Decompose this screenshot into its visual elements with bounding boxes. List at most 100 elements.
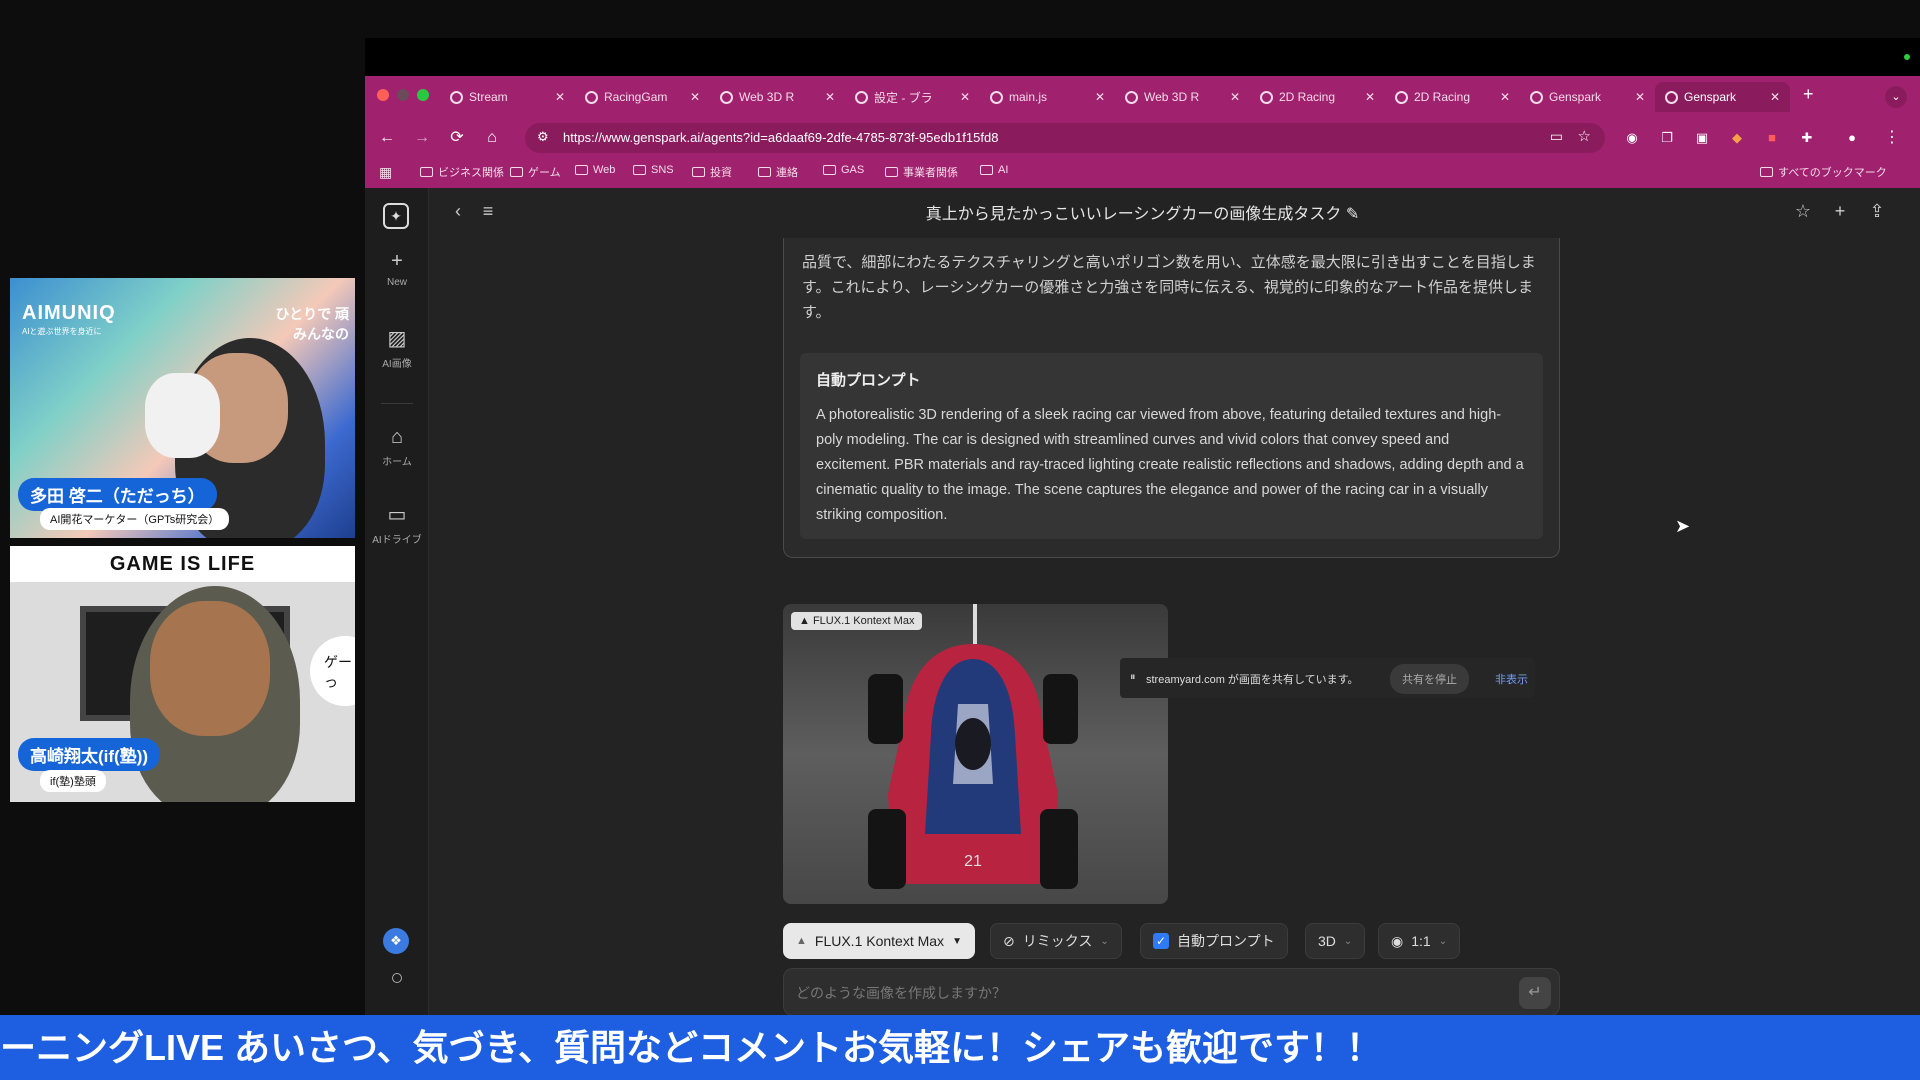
style-chip-label: 3D bbox=[1318, 933, 1336, 949]
prompt-input[interactable] bbox=[796, 979, 1496, 1007]
style-select-chip[interactable]: 3D ⌄ bbox=[1305, 923, 1366, 959]
hide-share-button[interactable]: 非表示 bbox=[1495, 671, 1528, 687]
extension-fox-icon[interactable]: ◆ bbox=[1725, 126, 1749, 150]
bookmark-folder-sns[interactable]: SNS bbox=[633, 164, 674, 176]
extension-copy-icon[interactable]: ❐ bbox=[1655, 126, 1679, 150]
sidebar-home[interactable]: ⌂ ホーム bbox=[365, 426, 429, 468]
checkbox-checked-icon[interactable]: ✓ bbox=[1153, 933, 1169, 949]
car-number: 21 bbox=[964, 853, 982, 870]
tab-close-icon[interactable]: ✕ bbox=[555, 90, 565, 104]
tab-2dracing-1[interactable]: 2D Racing ✕ bbox=[1250, 82, 1385, 112]
globe-icon bbox=[990, 90, 1003, 104]
tab-web3d-1[interactable]: Web 3D R ✕ bbox=[710, 82, 845, 112]
bookmark-label: AI bbox=[998, 164, 1009, 176]
tab-close-icon[interactable]: ✕ bbox=[960, 90, 970, 104]
new-plus-icon[interactable]: + bbox=[1827, 198, 1853, 224]
bookmark-folder-invest[interactable]: 投資 bbox=[692, 164, 732, 180]
bookmark-folder-business-partners[interactable]: 事業者関係 bbox=[885, 164, 958, 180]
folder-icon bbox=[510, 167, 523, 177]
guest-role-tag: if(塾)塾頭 bbox=[40, 770, 106, 792]
tab-search-button[interactable]: ⌄ bbox=[1885, 86, 1907, 108]
tab-close-icon[interactable]: ✕ bbox=[1095, 90, 1105, 104]
new-tab-button[interactable]: + bbox=[1803, 84, 1814, 105]
tab-stream[interactable]: Stream ✕ bbox=[440, 82, 575, 112]
sidebar-ai-image[interactable]: ▨ AI画像 bbox=[365, 326, 429, 370]
model-select-chip[interactable]: ▲ FLUX.1 Kontext Max ▼ bbox=[783, 923, 975, 959]
tab-close-icon[interactable]: ✕ bbox=[1230, 90, 1240, 104]
gift-icon[interactable]: ❖ bbox=[383, 928, 409, 954]
tab-close-icon[interactable]: ✕ bbox=[1365, 90, 1375, 104]
browser-menu-icon[interactable]: ⋮ bbox=[1880, 126, 1904, 150]
tab-close-icon[interactable]: ✕ bbox=[1500, 90, 1510, 104]
tab-close-icon[interactable]: ✕ bbox=[1635, 90, 1645, 104]
bookmark-label: GAS bbox=[841, 164, 865, 176]
remix-chip[interactable]: ⊘ リミックス ⌄ bbox=[990, 923, 1122, 959]
globe-icon bbox=[1395, 90, 1408, 104]
bookmark-folder-gas[interactable]: GAS bbox=[823, 164, 864, 176]
url-text[interactable]: https://www.genspark.ai/agents?id=a6daaf… bbox=[563, 130, 998, 145]
model-icon: ▲ bbox=[799, 615, 810, 627]
extension-camera-icon[interactable]: ◉ bbox=[1620, 126, 1644, 150]
folder-icon bbox=[633, 165, 646, 175]
user-status-icon[interactable] bbox=[392, 973, 402, 983]
tab-close-icon[interactable]: ✕ bbox=[1770, 90, 1780, 104]
apps-grid-icon[interactable]: ▦ bbox=[379, 164, 392, 181]
task-description: 品質で、細部にわたるテクスチャリングと高いポリゴン数を用い、立体感を最大限に引き… bbox=[802, 254, 1536, 321]
bookmark-folder-contact[interactable]: 連絡 bbox=[758, 164, 798, 180]
tab-close-icon[interactable]: ✕ bbox=[690, 90, 700, 104]
bookmark-label: 投資 bbox=[710, 167, 732, 179]
extensions-puzzle-icon[interactable]: ✚ bbox=[1795, 126, 1819, 150]
extension-red-icon[interactable]: ■ bbox=[1760, 126, 1784, 150]
send-button[interactable]: ↵ bbox=[1519, 977, 1551, 1009]
all-bookmarks-folder[interactable]: すべてのブックマーク bbox=[1760, 164, 1887, 180]
tab-label: Genspark bbox=[1684, 90, 1737, 104]
page-title: 真上から見たかっこいいレーシングカーの画像生成タスク ✎ bbox=[365, 200, 1920, 224]
tab-2dracing-2[interactable]: 2D Racing ✕ bbox=[1385, 82, 1520, 112]
bookmark-folder-ai[interactable]: AI bbox=[980, 164, 1008, 176]
tab-label: 2D Racing bbox=[1279, 90, 1336, 104]
speech-bubble: ゲー 作っ bbox=[310, 636, 355, 706]
sidebar-item-label: AIドライブ bbox=[372, 535, 422, 546]
bookmark-folder-business[interactable]: ビジネス関係 bbox=[420, 164, 504, 180]
share-icon[interactable]: ⇪ bbox=[1864, 198, 1890, 224]
globe-icon bbox=[1125, 90, 1138, 104]
tab-mainjs[interactable]: main.js ✕ bbox=[980, 82, 1115, 112]
bookmark-folder-web[interactable]: Web bbox=[575, 164, 615, 176]
generated-image[interactable]: 21 ▲ FLUX.1 Kontext Max bbox=[783, 604, 1168, 904]
home-button[interactable]: ⌂ bbox=[480, 126, 504, 150]
chevron-down-icon: ⌄ bbox=[1438, 935, 1448, 947]
bookmark-star-icon[interactable]: ☆ bbox=[1578, 127, 1591, 145]
bookmark-folder-game[interactable]: ゲーム bbox=[510, 164, 561, 180]
back-button[interactable]: ← bbox=[375, 126, 399, 150]
globe-icon bbox=[1260, 90, 1273, 104]
ratio-chip-label: 1:1 bbox=[1411, 933, 1431, 949]
profile-avatar[interactable]: ● bbox=[1840, 126, 1864, 150]
reload-button[interactable]: ⟳ bbox=[445, 126, 469, 150]
camera-feed-host: AIMUNIQ AIと遊ぶ世界を身近に ひとりで 頑 みんなの 多田 啓二（ただ… bbox=[10, 278, 355, 538]
tab-web3d-2[interactable]: Web 3D R ✕ bbox=[1115, 82, 1250, 112]
sidebar-ai-drive[interactable]: ▭ AIドライブ bbox=[365, 502, 429, 546]
ratio-select-chip[interactable]: ◉ 1:1 ⌄ bbox=[1378, 923, 1461, 959]
forward-button[interactable]: → bbox=[410, 126, 434, 150]
edit-pencil-icon[interactable]: ✎ bbox=[1346, 206, 1359, 223]
aimuniq-logo: AIMUNIQ bbox=[22, 302, 116, 324]
cast-icon[interactable]: ▭ bbox=[1550, 128, 1563, 145]
address-bar[interactable]: ⚙ https://www.genspark.ai/agents?id=a6da… bbox=[525, 123, 1605, 153]
minimize-window-button[interactable] bbox=[397, 89, 409, 101]
close-window-button[interactable] bbox=[377, 89, 389, 101]
tab-genspark-1[interactable]: Genspark ✕ bbox=[1520, 82, 1655, 112]
tab-close-icon[interactable]: ✕ bbox=[825, 90, 835, 104]
extension-window-icon[interactable]: ▣ bbox=[1690, 126, 1714, 150]
auto-prompt-toggle[interactable]: ✓ 自動プロンプト bbox=[1140, 923, 1288, 959]
site-settings-icon[interactable]: ⚙ bbox=[537, 129, 549, 145]
tab-racinggame[interactable]: RacingGam ✕ bbox=[575, 82, 710, 112]
tab-label: 2D Racing bbox=[1414, 90, 1471, 104]
maximize-window-button[interactable] bbox=[417, 89, 429, 101]
stop-sharing-button[interactable]: 共有を停止 bbox=[1390, 664, 1469, 694]
tab-settings[interactable]: 設定 - ブラ ✕ bbox=[845, 82, 980, 112]
star-icon[interactable]: ☆ bbox=[1790, 198, 1816, 224]
sidebar-new-button[interactable]: + New bbox=[365, 250, 429, 288]
tab-genspark-active[interactable]: Genspark ✕ bbox=[1655, 82, 1790, 112]
ratio-icon: ◉ bbox=[1391, 932, 1404, 949]
page-title-text: 真上から見たかっこいいレーシングカーの画像生成タスク bbox=[925, 206, 1342, 223]
